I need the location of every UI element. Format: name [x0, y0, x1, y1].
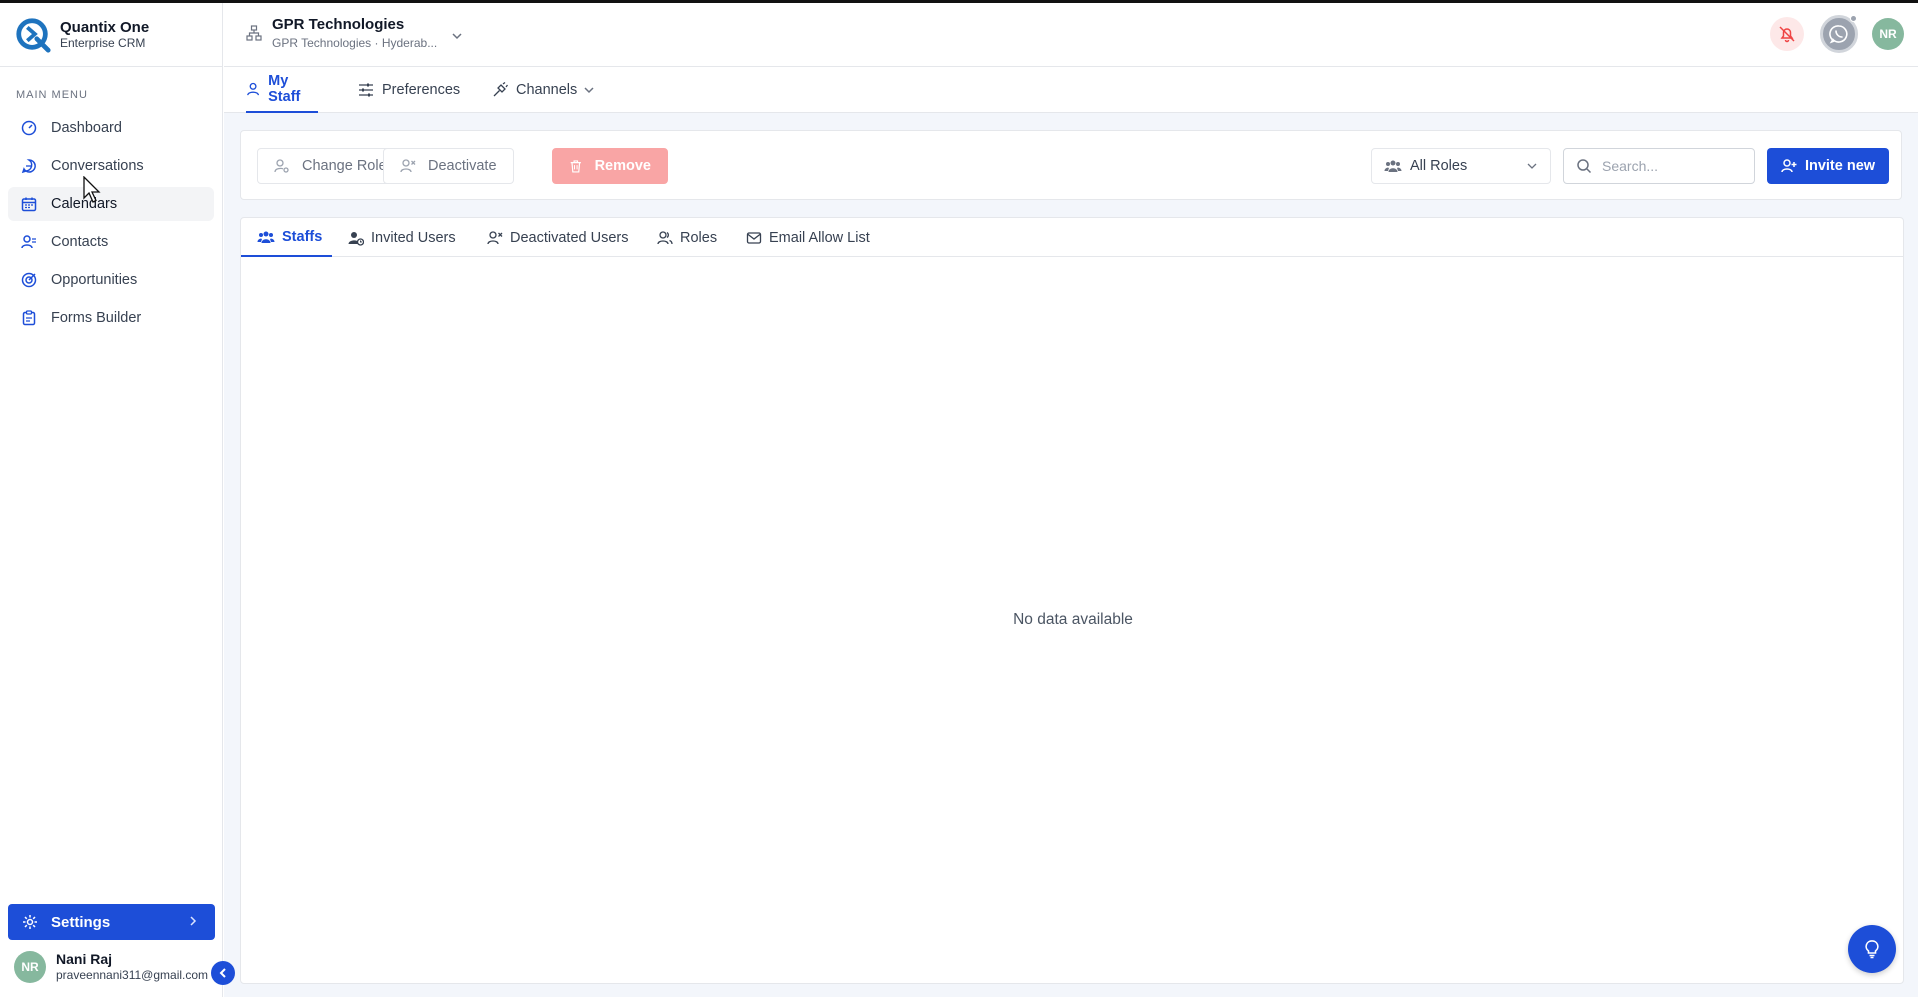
org-hierarchy-icon: [246, 25, 262, 41]
mail-icon: [746, 231, 762, 244]
subnav-preferences[interactable]: Preferences: [358, 67, 460, 113]
tab-roles[interactable]: Roles: [657, 218, 717, 257]
sidebar: Quantix One Enterprise CRM MAIN MENU Das…: [0, 3, 223, 997]
users-outline-icon: [657, 230, 673, 244]
notifications-muted-button[interactable]: [1770, 17, 1804, 51]
calendar-icon: [20, 195, 38, 213]
chevron-down-icon: [584, 87, 594, 94]
tab-label: Deactivated Users: [510, 229, 629, 246]
user-x-icon: [487, 230, 503, 244]
user-clock-icon: [348, 231, 364, 246]
search-input[interactable]: [1602, 158, 1752, 174]
user-name: Nani Raj: [56, 951, 113, 967]
deactivate-label: Deactivate: [428, 158, 497, 174]
settings-subnav: My Staff Preferences Channels: [224, 67, 1918, 113]
plug-icon: [493, 82, 508, 97]
org-name: GPR Technologies: [272, 16, 405, 33]
subnav-channels[interactable]: Channels: [492, 67, 595, 113]
brand[interactable]: Quantix One Enterprise CRM: [0, 3, 222, 67]
deactivate-button[interactable]: Deactivate: [383, 148, 514, 184]
chevron-right-icon: [190, 916, 197, 926]
remove-button[interactable]: Remove: [552, 148, 668, 184]
org-switcher[interactable]: GPR Technologies GPR Technologies · Hyde…: [246, 16, 463, 52]
tab-label: Roles: [680, 229, 718, 246]
current-user[interactable]: NR Nani Raj praveennani311@gmail.com: [14, 951, 208, 983]
tab-label: Email Allow List: [769, 229, 870, 246]
sliders-icon: [359, 83, 373, 97]
quantix-logo-icon: [16, 17, 51, 53]
user-x-icon: [400, 159, 416, 173]
main-menu-title: MAIN MENU: [16, 89, 88, 101]
chevron-down-icon: [452, 33, 462, 40]
sidebar-item-dashboard[interactable]: Dashboard: [8, 111, 214, 145]
subnav-my-staff[interactable]: My Staff: [246, 67, 318, 113]
invite-new-button[interactable]: Invite new: [1767, 148, 1889, 184]
mouse-cursor-icon: [83, 176, 101, 203]
change-role-label: Change Role: [302, 158, 387, 174]
header-avatar[interactable]: NR: [1872, 18, 1904, 50]
gauge-icon: [20, 119, 38, 137]
sidebar-item-contacts[interactable]: Contacts: [8, 225, 214, 259]
sidebar-item-opportunities[interactable]: Opportunities: [8, 263, 214, 297]
contacts-icon: [20, 233, 38, 251]
chat-bubble-icon: [20, 157, 38, 175]
lightbulb-icon: [1865, 940, 1879, 959]
sidebar-item-forms-builder[interactable]: Forms Builder: [8, 301, 214, 335]
user-icon: [247, 82, 260, 96]
sidebar-item-label: Conversations: [51, 158, 144, 174]
clipboard-icon: [20, 309, 38, 327]
sidebar-item-label: Contacts: [51, 234, 109, 250]
tab-email-allow-list[interactable]: Email Allow List: [746, 218, 870, 257]
sidebar-item-calendars[interactable]: Calendars: [8, 187, 214, 221]
help-button[interactable]: [1848, 925, 1896, 973]
whatsapp-icon: [1829, 25, 1848, 44]
settings-label: Settings: [51, 913, 111, 931]
org-subtitle: GPR Technologies · Hyderab...: [272, 36, 438, 50]
settings-button[interactable]: Settings: [8, 904, 215, 940]
empty-state-message: No data available: [1013, 611, 1133, 628]
user-plus-icon: [1781, 159, 1797, 173]
sidebar-item-label: Forms Builder: [51, 310, 142, 326]
roles-filter-select[interactable]: All Roles: [1371, 148, 1551, 184]
subnav-label: Channels: [516, 82, 578, 98]
remove-label: Remove: [594, 158, 651, 174]
chevron-down-icon: [1527, 163, 1537, 169]
tab-invited-users[interactable]: Invited Users: [348, 218, 456, 257]
roles-filter-value: All Roles: [1410, 158, 1468, 174]
search-icon: [1577, 159, 1592, 174]
invite-new-label: Invite new: [1804, 158, 1876, 174]
gear-icon: [23, 915, 37, 929]
bell-off-icon: [1779, 26, 1795, 43]
users-icon: [257, 231, 275, 243]
brand-name: Quantix One: [60, 18, 150, 36]
search-field[interactable]: [1563, 148, 1755, 184]
collapse-sidebar-button[interactable]: [211, 961, 235, 985]
tab-label: Invited Users: [371, 229, 456, 246]
change-role-button[interactable]: Change Role: [257, 148, 404, 184]
subnav-label: My Staff: [268, 73, 301, 105]
trash-icon: [570, 160, 581, 173]
subnav-label: Preferences: [382, 82, 461, 98]
status-dot: [1850, 15, 1857, 22]
sidebar-item-label: Dashboard: [51, 120, 122, 136]
user-cog-icon: [274, 159, 289, 173]
sidebar-item-conversations[interactable]: Conversations: [8, 149, 214, 183]
chevron-left-icon: [219, 968, 226, 978]
whatsapp-button[interactable]: [1820, 15, 1858, 53]
users-icon: [1384, 160, 1402, 172]
brand-subtitle: Enterprise CRM: [60, 35, 146, 50]
sidebar-item-label: Opportunities: [51, 272, 138, 288]
tab-label: Staffs: [282, 228, 323, 245]
staff-toolbar: Change Role Deactivate Remove All Roles …: [240, 130, 1902, 200]
staff-panel: Staffs Invited Users Deactivated Users R…: [240, 217, 1904, 984]
tab-deactivated-users[interactable]: Deactivated Users: [487, 218, 628, 257]
tab-staffs[interactable]: Staffs: [241, 218, 332, 257]
header-actions: NR: [1770, 15, 1904, 53]
target-icon: [20, 271, 38, 289]
top-header: GPR Technologies GPR Technologies · Hyde…: [224, 3, 1918, 67]
main-menu: Dashboard Conversations Calendars Contac…: [0, 111, 222, 335]
avatar: NR: [14, 951, 46, 983]
user-email: praveennani311@gmail.com: [56, 968, 209, 982]
staff-tabs: Staffs Invited Users Deactivated Users R…: [241, 218, 1903, 257]
